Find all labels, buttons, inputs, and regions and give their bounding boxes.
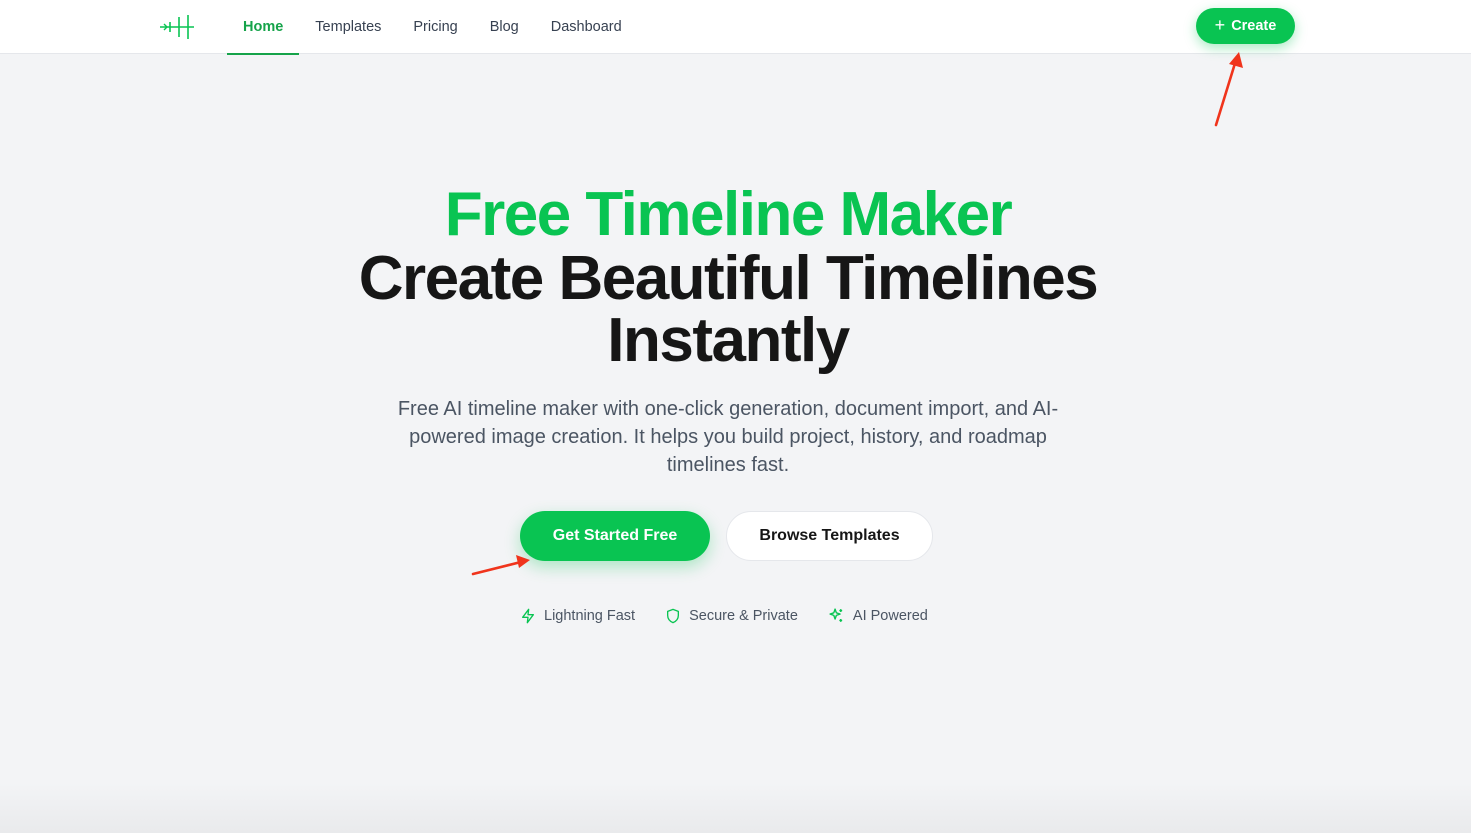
hero-title: Create Beautiful Timelines Instantly — [0, 248, 1456, 372]
browse-templates-button[interactable]: Browse Templates — [726, 511, 933, 561]
shield-icon — [667, 608, 680, 623]
feature-item-secure: Secure & Private — [665, 608, 798, 624]
hero-subtitle: Free AI timeline maker with one-click ge… — [397, 398, 1059, 476]
sparkles-icon — [829, 608, 843, 622]
annotation-arrow-icon — [1214, 52, 1243, 127]
feature-list: Lightning Fast Secure & Private AI Power… — [520, 607, 928, 624]
feature-label: AI Powered — [852, 607, 928, 624]
timeline-logo-icon[interactable] — [160, 14, 196, 40]
feature-item-ai: AI Powered — [828, 607, 928, 624]
create-button[interactable]: + Create — [1196, 8, 1295, 44]
hero-title-highlight: Free Timeline Maker — [444, 180, 1013, 249]
plus-icon: + — [1214, 15, 1226, 35]
nav-link-home[interactable]: Home — [227, 0, 300, 55]
feature-label: Lightning Fast — [544, 607, 636, 624]
lightning-icon — [522, 608, 534, 623]
hero-title-line-2: Instantly — [607, 306, 850, 375]
cta-row: Get Started Free Browse Templates — [520, 511, 933, 561]
feature-label: Secure & Private — [689, 607, 798, 624]
nav-link-templates[interactable]: Templates — [299, 0, 397, 54]
nav-link-blog[interactable]: Blog — [474, 0, 535, 54]
main-nav: Home Templates Pricing Blog Dashboard — [227, 0, 638, 55]
create-button-label: Create — [1231, 18, 1277, 34]
page: Home Templates Pricing Blog Dashboard + … — [0, 0, 1471, 833]
feature-item-lightning: Lightning Fast — [520, 608, 635, 624]
top-navbar: Home Templates Pricing Blog Dashboard + … — [0, 0, 1471, 55]
nav-link-pricing[interactable]: Pricing — [397, 0, 473, 54]
nav-link-dashboard[interactable]: Dashboard — [535, 0, 638, 54]
hero-title-line-1: Create Beautiful Timelines — [358, 244, 1099, 313]
get-started-button[interactable]: Get Started Free — [520, 511, 710, 561]
